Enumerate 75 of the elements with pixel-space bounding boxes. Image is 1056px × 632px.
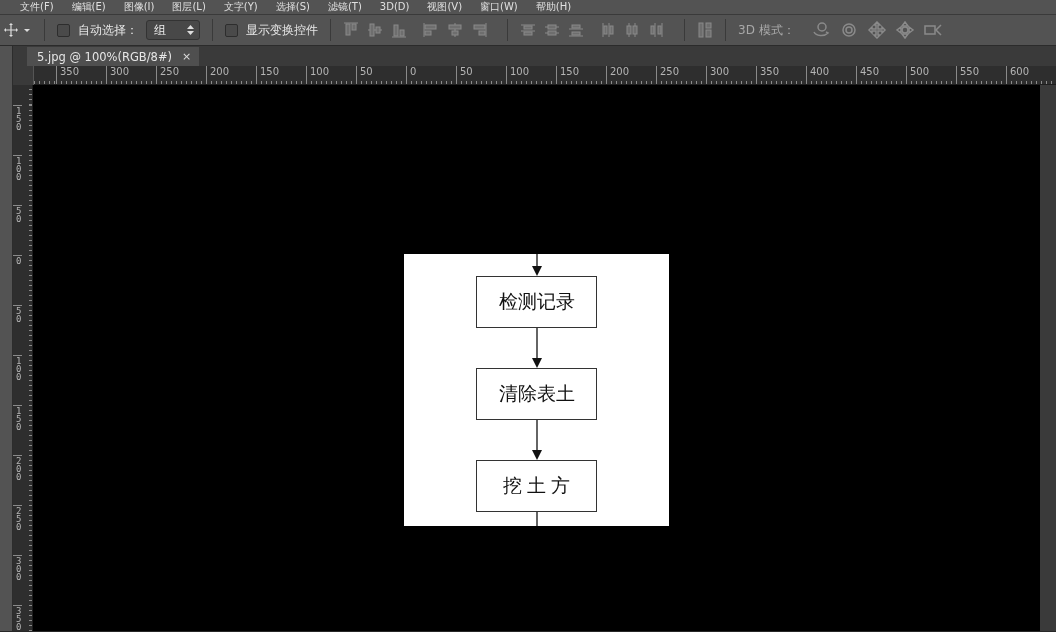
distribute-left-icon[interactable] bbox=[600, 22, 616, 38]
ruler-label: 50 bbox=[13, 305, 22, 355]
ruler-label: 250 bbox=[656, 66, 706, 84]
checkbox-label: 显示变换控件 bbox=[246, 21, 318, 39]
distribute-center-icon[interactable] bbox=[624, 22, 640, 38]
move-tool-icon[interactable] bbox=[2, 21, 32, 39]
ruler-label: 350 bbox=[756, 66, 806, 84]
align-bottom-icon[interactable] bbox=[391, 22, 407, 38]
menu-item[interactable]: 滤镜(T) bbox=[327, 1, 362, 13]
checkbox-label: 自动选择： bbox=[78, 21, 138, 39]
ruler-label: 300 bbox=[706, 66, 756, 84]
ruler-label: 250 bbox=[156, 66, 206, 84]
mode-label: 3D 模式： bbox=[738, 21, 795, 39]
menu-item[interactable]: 图像(I) bbox=[123, 1, 155, 13]
ruler-label: 150 bbox=[13, 105, 22, 155]
menu-item[interactable]: 选择(S) bbox=[275, 1, 310, 13]
ruler-label: 50 bbox=[13, 205, 22, 255]
auto-align-icon[interactable] bbox=[697, 22, 713, 38]
align-middle-icon[interactable] bbox=[367, 22, 383, 38]
ruler-label: 300 bbox=[13, 555, 22, 605]
connector-line bbox=[535, 512, 538, 526]
ruler-label: 150 bbox=[13, 405, 22, 455]
ruler-label: 200 bbox=[206, 66, 256, 84]
stepper-icon bbox=[187, 25, 194, 35]
ruler-label: 0 bbox=[406, 66, 456, 84]
ruler-label: 150 bbox=[256, 66, 306, 84]
ruler-label: 50 bbox=[356, 66, 406, 84]
ruler-label: 250 bbox=[13, 505, 22, 555]
rotate-3d-icon[interactable] bbox=[810, 21, 831, 39]
ruler-label: 400 bbox=[806, 66, 856, 84]
ruler-label: 100 bbox=[506, 66, 556, 84]
distribute-bottom-icon[interactable] bbox=[568, 22, 584, 38]
close-button[interactable]: × bbox=[182, 50, 192, 63]
menu-item[interactable]: 文件(F) bbox=[20, 1, 54, 13]
ruler-label: 0 bbox=[13, 255, 22, 305]
menu-item[interactable]: 文字(Y) bbox=[223, 1, 258, 13]
slide-3d-icon[interactable] bbox=[894, 21, 915, 39]
ruler-label: 450 bbox=[856, 66, 906, 84]
checkbox[interactable] bbox=[57, 23, 70, 37]
flowchart-box: 挖 土 方 bbox=[476, 460, 597, 512]
distribute-middle-icon[interactable] bbox=[544, 22, 560, 38]
menu-item[interactable]: 窗口(W) bbox=[480, 1, 518, 13]
ruler-label: 350 bbox=[56, 66, 106, 84]
menu-item[interactable]: 帮助(H) bbox=[535, 1, 572, 13]
menu-item[interactable]: 视图(V) bbox=[427, 1, 463, 13]
ruler-label: 500 bbox=[906, 66, 956, 84]
distribute-right-icon[interactable] bbox=[648, 22, 664, 38]
ruler-label: 600 bbox=[1006, 66, 1056, 84]
arrow bbox=[531, 254, 542, 276]
drag-3d-icon[interactable] bbox=[866, 21, 887, 39]
flowchart-box: 检测记录 bbox=[476, 276, 597, 328]
arrow bbox=[531, 328, 542, 368]
menu-item[interactable]: 图层(L) bbox=[172, 1, 206, 13]
ruler-label: 200 bbox=[13, 455, 22, 505]
ruler-label: 150 bbox=[556, 66, 606, 84]
align-right-icon[interactable] bbox=[471, 22, 487, 38]
align-left-icon[interactable] bbox=[423, 22, 439, 38]
ruler-label: 350 bbox=[13, 605, 22, 631]
ruler-label: 50 bbox=[456, 66, 506, 84]
align-center-icon[interactable] bbox=[447, 22, 463, 38]
checkbox[interactable] bbox=[225, 23, 238, 37]
ruler-label: 100 bbox=[13, 355, 22, 405]
menu-item[interactable]: 3D(D) bbox=[379, 1, 410, 13]
ruler-label: 200 bbox=[606, 66, 656, 84]
document-tab[interactable]: 5.jpg @ 100%(RGB/8#) × bbox=[27, 47, 200, 66]
align-top-icon[interactable] bbox=[343, 22, 359, 38]
ruler-label: 100 bbox=[13, 155, 22, 205]
ruler-label: 100 bbox=[306, 66, 356, 84]
menu-item[interactable]: 编辑(E) bbox=[71, 1, 106, 13]
ruler-label: 300 bbox=[106, 66, 156, 84]
flowchart-box: 清除表土 bbox=[476, 368, 597, 420]
ruler-label: 550 bbox=[956, 66, 1006, 84]
distribute-top-icon[interactable] bbox=[520, 22, 536, 38]
dropdown[interactable]: 组 bbox=[146, 20, 200, 40]
arrow bbox=[531, 420, 542, 460]
